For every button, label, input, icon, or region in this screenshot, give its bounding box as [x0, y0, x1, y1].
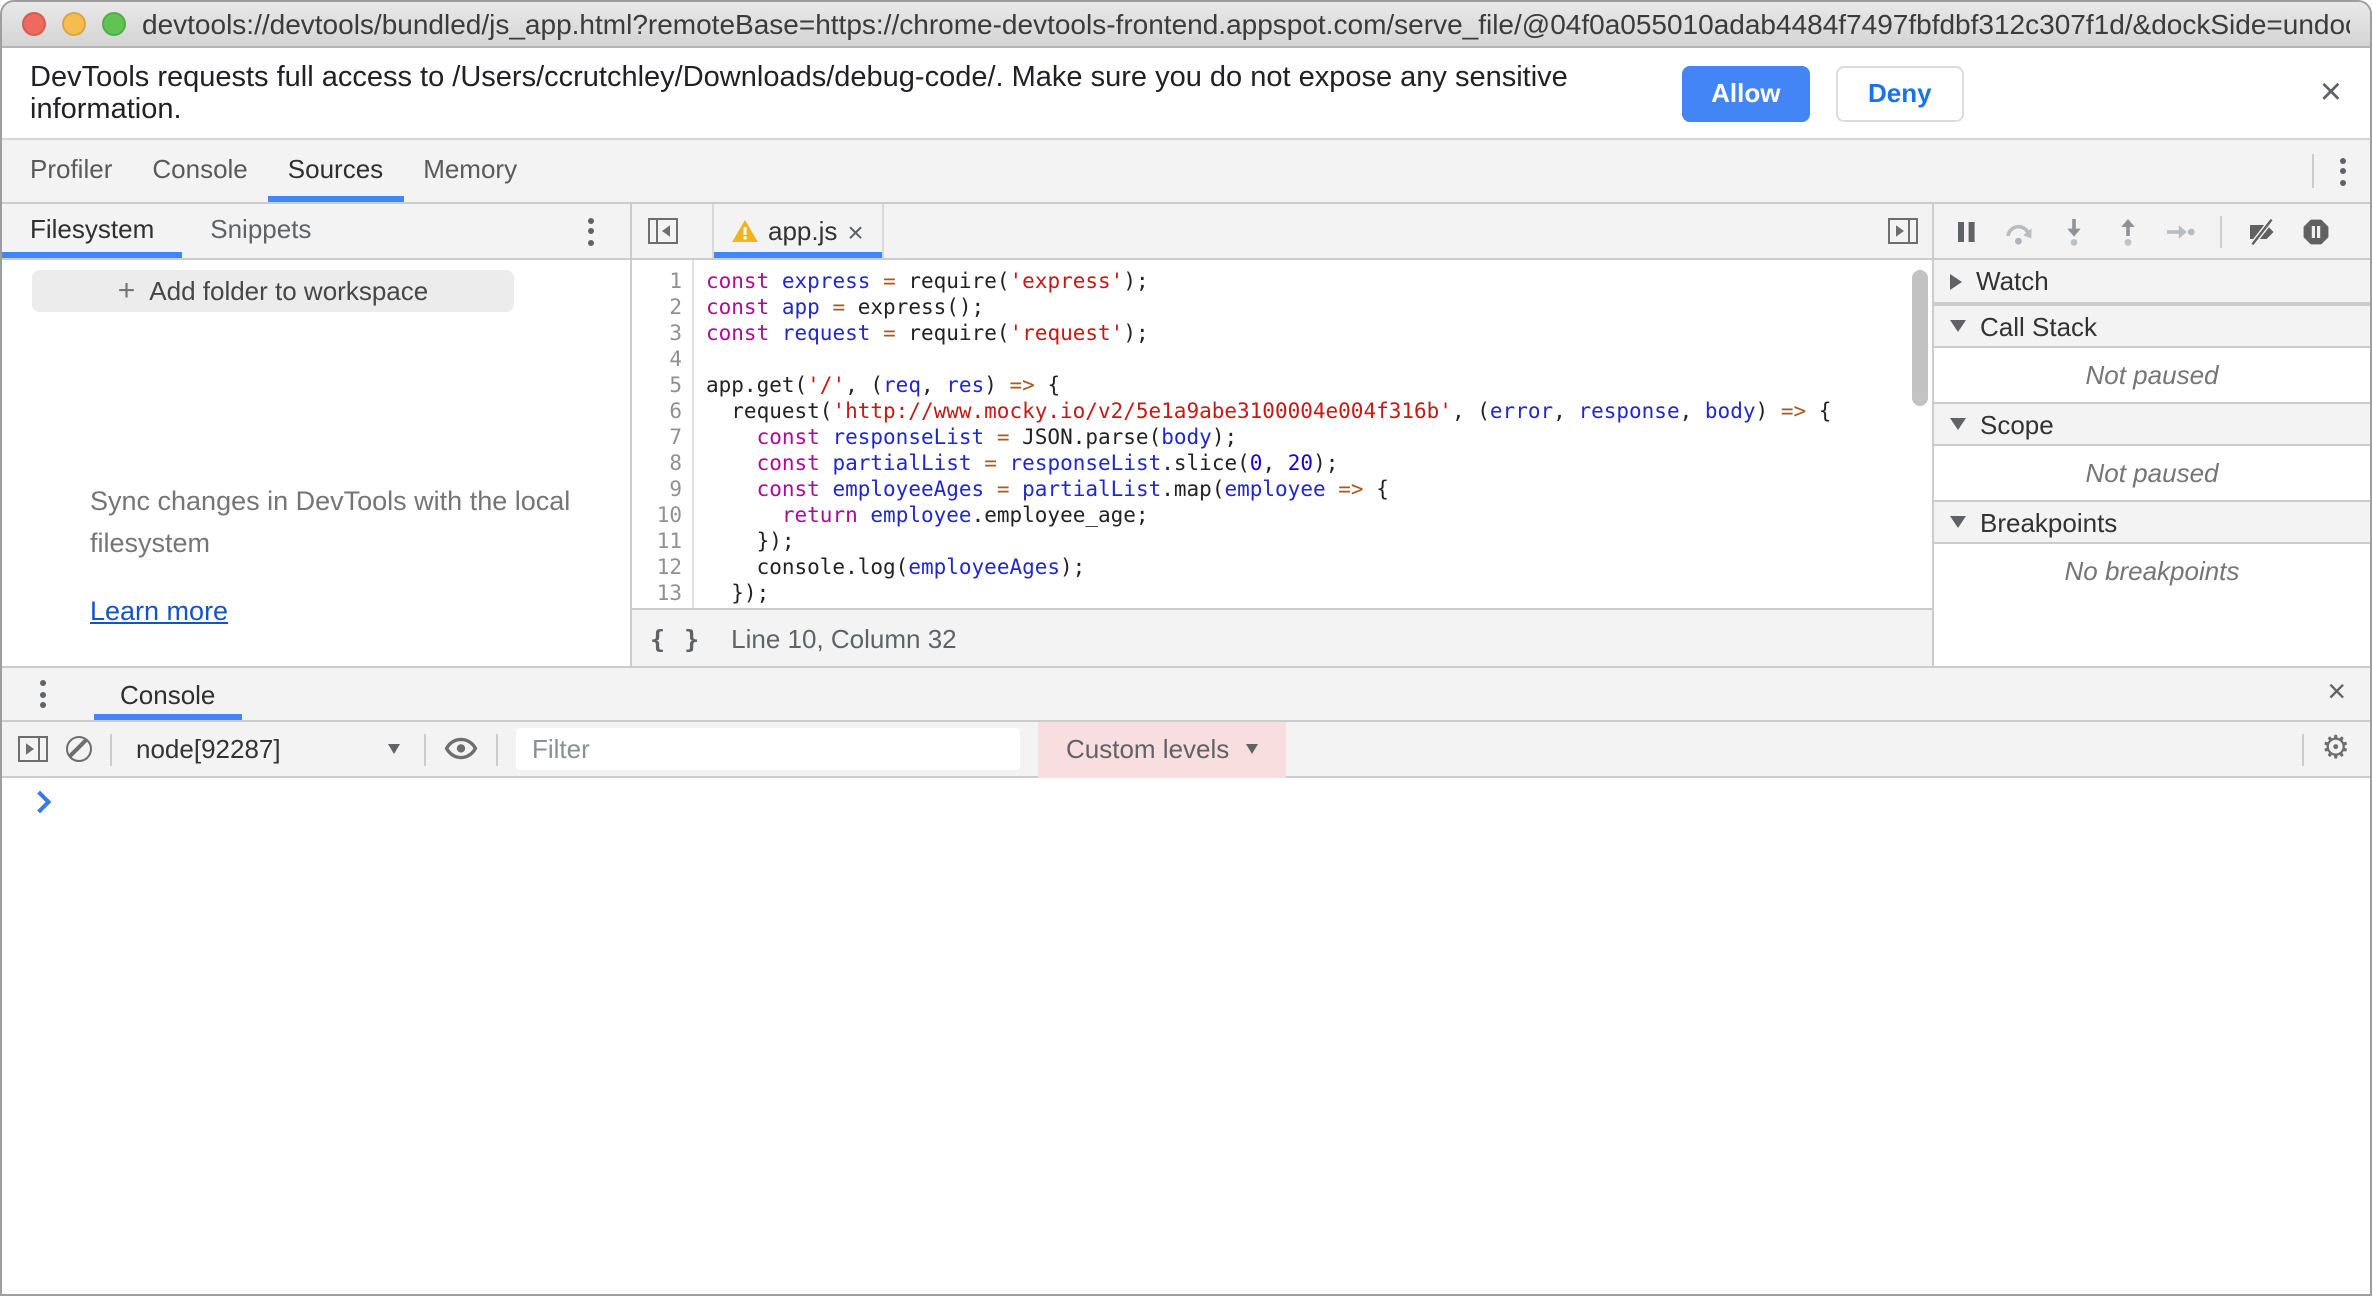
editor-pane: app.js × 12345678910111213 const express… — [632, 204, 1932, 666]
tab-snippets[interactable]: Snippets — [182, 204, 339, 258]
breakpoints-content: No breakpoints — [1934, 544, 2370, 598]
dropdown-arrow-icon — [1245, 744, 1257, 754]
tab-filesystem[interactable]: Filesystem — [2, 204, 182, 258]
window-title: devtools://devtools/bundled/js_app.html?… — [142, 8, 2350, 40]
clear-console-icon[interactable] — [66, 736, 92, 762]
editor-scrollbar[interactable] — [1912, 270, 1928, 406]
tab-sources[interactable]: Sources — [268, 140, 403, 202]
scope-content: Not paused — [1934, 446, 2370, 500]
scope-section-header[interactable]: Scope — [1934, 402, 2370, 446]
eye-icon[interactable] — [444, 736, 478, 762]
drawer-menu-kebab-icon[interactable] — [14, 668, 70, 720]
add-folder-label: Add folder to workspace — [149, 276, 428, 306]
main-toolbar: Profiler Console Sources Memory — [2, 140, 2370, 204]
filter-input[interactable] — [516, 728, 1020, 770]
call-stack-content: Not paused — [1934, 348, 2370, 402]
log-levels-dropdown[interactable]: Custom levels — [1038, 721, 1285, 777]
editor-gutter: 12345678910111213 — [632, 260, 694, 608]
editor-tabbar: app.js × — [632, 204, 1932, 260]
allow-button[interactable]: Allow — [1682, 65, 1810, 121]
settings-gear-icon[interactable]: ⚙ — [2321, 733, 2350, 765]
context-selector-dropdown[interactable]: node[92287] — [130, 734, 406, 764]
collapse-navigator-icon[interactable] — [632, 204, 692, 258]
code-line: const employeeAges = partialList.map(emp… — [706, 478, 1932, 504]
traffic-close-icon[interactable] — [22, 12, 46, 36]
navigator-sidebar: Filesystem Snippets + Add folder to work… — [2, 204, 632, 666]
code-line: const express = require('express'); — [706, 270, 1932, 296]
editor-code-lines: const express = require('express');const… — [694, 260, 1932, 608]
banner-message: DevTools requests full access to /Users/… — [30, 61, 1682, 125]
console-toolbar: node[92287] Custom levels ⚙ — [2, 722, 2370, 778]
editor-statusbar: { } Line 10, Column 32 — [632, 608, 1932, 666]
pretty-print-icon[interactable]: { } — [650, 623, 701, 653]
traffic-minimize-icon[interactable] — [62, 12, 86, 36]
step-out-icon[interactable] — [2112, 216, 2142, 246]
sync-message: Sync changes in DevTools with the local … — [90, 480, 594, 564]
tab-memory[interactable]: Memory — [403, 140, 537, 202]
deny-button[interactable]: Deny — [1836, 65, 1964, 121]
debugger-toolbar — [1934, 204, 2370, 260]
tab-console[interactable]: Console — [132, 140, 267, 202]
chevron-down-icon — [1950, 320, 1966, 332]
chevron-down-icon — [1950, 516, 1966, 528]
code-line: const request = require('request'); — [706, 322, 1932, 348]
titlebar: devtools://devtools/bundled/js_app.html?… — [2, 2, 2370, 48]
watch-section-header[interactable]: Watch — [1934, 260, 2370, 304]
plus-icon: + — [118, 276, 136, 306]
warning-icon — [732, 220, 758, 242]
learn-more-link[interactable]: Learn more — [90, 596, 228, 626]
file-tab-label: app.js — [768, 216, 837, 246]
code-line: const responseList = JSON.parse(body); — [706, 426, 1932, 452]
banner-close-icon[interactable]: × — [2320, 74, 2342, 112]
step-icon[interactable] — [2166, 216, 2196, 246]
devtools-window: devtools://devtools/bundled/js_app.html?… — [0, 0, 2372, 1296]
step-into-icon[interactable] — [2058, 216, 2088, 246]
tab-profiler[interactable]: Profiler — [10, 140, 132, 202]
navigator-tabs: Filesystem Snippets — [2, 204, 630, 260]
debugger-sidebar: Watch Call Stack Not paused Scope Not pa… — [1932, 204, 2370, 666]
traffic-zoom-icon[interactable] — [102, 12, 126, 36]
drawer-close-icon[interactable]: × — [2327, 678, 2346, 710]
code-line: app.get('/', (req, res) => { — [706, 374, 1932, 400]
file-tab-appjs[interactable]: app.js × — [712, 204, 884, 258]
pause-on-exceptions-icon[interactable] — [2300, 216, 2330, 246]
console-drawer: Console × node[92287] Custom levels — [2, 666, 2370, 1294]
code-line: request('http://www.mocky.io/v2/5e1a9abe… — [706, 400, 1932, 426]
code-line: }); — [706, 530, 1932, 556]
chevron-down-icon — [1950, 418, 1966, 430]
toolbar-spacer — [537, 140, 2312, 202]
permission-banner: DevTools requests full access to /Users/… — [2, 48, 2370, 140]
code-line: }); — [706, 582, 1932, 608]
file-tab-close-icon[interactable]: × — [847, 217, 863, 245]
chevron-right-icon — [1950, 273, 1962, 289]
navigator-menu-kebab-icon[interactable] — [562, 204, 618, 258]
code-line: return employee.employee_age; — [706, 504, 1932, 530]
deactivate-breakpoints-icon[interactable] — [2246, 216, 2276, 246]
add-folder-button[interactable]: + Add folder to workspace — [32, 270, 514, 312]
show-debugger-sidebar-icon[interactable] — [1872, 204, 1932, 258]
drawer-header: Console × — [2, 668, 2370, 722]
code-area[interactable]: 12345678910111213 const express = requir… — [632, 260, 1932, 608]
code-line: const partialList = responseList.slice(0… — [706, 452, 1932, 478]
drawer-tab-console[interactable]: Console — [94, 668, 241, 720]
code-line: const app = express(); — [706, 296, 1932, 322]
breakpoints-section-header[interactable]: Breakpoints — [1934, 500, 2370, 544]
console-prompt-chevron-icon — [29, 791, 52, 814]
cursor-position: Line 10, Column 32 — [731, 623, 957, 653]
console-sidebar-icon[interactable] — [18, 736, 48, 762]
step-over-icon[interactable] — [2004, 216, 2034, 246]
debugger-toolbar-divider — [2220, 215, 2222, 247]
call-stack-section-header[interactable]: Call Stack — [1934, 304, 2370, 348]
dropdown-arrow-icon — [388, 744, 400, 754]
main-menu-kebab-icon[interactable] — [2314, 140, 2370, 202]
code-line: console.log(employeeAges); — [706, 556, 1932, 582]
console-prompt-area[interactable] — [2, 778, 2370, 1294]
sources-panel: Filesystem Snippets + Add folder to work… — [2, 204, 2370, 666]
code-line — [706, 348, 1932, 374]
pause-icon[interactable] — [1950, 216, 1980, 246]
